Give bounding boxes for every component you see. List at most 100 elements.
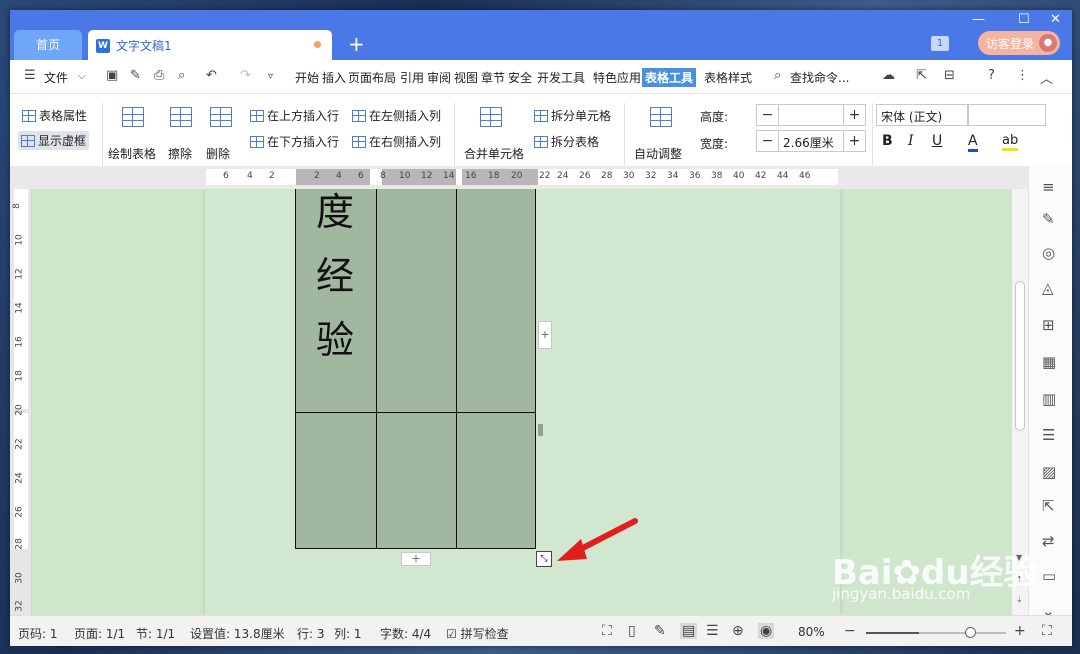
table-properties-button[interactable]: 表格属性	[22, 107, 87, 124]
sidebar-toggle-icon[interactable]: ≡	[1042, 178, 1055, 196]
font-color-icon[interactable]: A	[968, 133, 978, 152]
hamburger-icon[interactable]: ☰	[24, 68, 36, 83]
archive-icon[interactable]: ▭	[1042, 567, 1056, 585]
eye-protection-icon[interactable]: ◉	[758, 623, 775, 639]
status-setting-value[interactable]: 设置值: 13.8厘米	[190, 625, 285, 642]
menu-references[interactable]: 引用	[400, 69, 424, 86]
row-handle[interactable]	[538, 424, 543, 436]
zoom-out-icon[interactable]: −	[844, 623, 856, 639]
height-increase-icon[interactable]: +	[843, 105, 865, 125]
find-command[interactable]: 查找命令...	[790, 69, 849, 86]
width-spinner[interactable]: − 2.66厘米 +	[756, 130, 866, 152]
table-col-divider[interactable]	[376, 189, 377, 548]
write-mode-icon[interactable]: ✎	[654, 623, 666, 639]
underline-icon[interactable]: U	[932, 133, 942, 149]
close-icon[interactable]: ✕	[1050, 12, 1061, 27]
menu-review[interactable]: 审阅	[427, 69, 451, 86]
more-tools-icon[interactable]: ⊟	[944, 68, 955, 83]
search-icon[interactable]: ⌕	[774, 68, 781, 83]
vertical-ruler[interactable]: 8 10 12 14 16 18 20 22 24 26 28 30 32	[10, 189, 32, 615]
print-preview-icon[interactable]: ⌕	[178, 68, 185, 83]
translate-icon[interactable]: ⇄	[1042, 532, 1055, 550]
minimize-icon[interactable]: —	[972, 12, 985, 27]
cell-char[interactable]: 经	[316, 245, 354, 300]
menu-security[interactable]: 安全	[508, 69, 532, 86]
menu-insert[interactable]: 插入	[322, 69, 346, 86]
draw-table-button[interactable]: 绘制表格	[108, 145, 156, 162]
web-view-icon[interactable]: ⊕	[732, 623, 744, 639]
pen-icon[interactable]: ✎	[1042, 210, 1055, 228]
table[interactable]: 度 经 验	[295, 189, 536, 549]
table-row-divider[interactable]	[296, 412, 535, 413]
insert-col-left-button[interactable]: 在左侧插入列	[352, 107, 441, 124]
read-mode-icon[interactable]: ▯	[628, 623, 636, 639]
table-col-divider[interactable]	[456, 189, 457, 548]
status-col[interactable]: 列: 1	[334, 625, 362, 642]
save-icon[interactable]: ▣	[106, 68, 118, 83]
menu-file[interactable]: 文件	[44, 69, 68, 86]
menu-table-style[interactable]: 表格样式	[704, 69, 752, 86]
zoom-level[interactable]: 80%	[798, 625, 825, 639]
table-resize-icon[interactable]: ⤡	[536, 551, 552, 567]
font-size-select[interactable]	[968, 104, 1046, 126]
merge-cells-button[interactable]: 合并单元格	[464, 145, 524, 162]
maximize-icon[interactable]: ☐	[1018, 12, 1030, 27]
font-name-select[interactable]: 宋体 (正文)	[876, 104, 968, 126]
page-view-icon[interactable]: ▤	[680, 623, 698, 639]
tab-home[interactable]: 首页	[14, 30, 82, 60]
status-page-number[interactable]: 页码: 1	[18, 625, 58, 642]
bold-icon[interactable]: B	[882, 133, 893, 149]
width-value[interactable]: 2.66厘米	[783, 134, 834, 151]
status-pages[interactable]: 页面: 1/1	[74, 625, 125, 642]
zoom-in-icon[interactable]: +	[1014, 623, 1026, 639]
fit-window-icon[interactable]: ⛶	[1042, 623, 1052, 639]
insert-col-right-button[interactable]: 在右侧插入列	[352, 133, 441, 150]
show-gridlines-button[interactable]: 显示虚框	[18, 131, 90, 150]
width-decrease-icon[interactable]: −	[757, 131, 779, 151]
erase-button[interactable]: 擦除	[168, 145, 192, 162]
cell-char[interactable]: 验	[316, 309, 354, 364]
next-page-icon[interactable]: ⇣	[1016, 595, 1023, 604]
zoom-slider[interactable]	[866, 627, 1006, 638]
delete-button[interactable]: 删除	[206, 145, 230, 162]
shapes-icon[interactable]: ◎	[1042, 244, 1055, 262]
image-icon[interactable]: ▨	[1042, 463, 1056, 481]
apps-grid-icon[interactable]: ▦	[1042, 353, 1056, 371]
horizontal-ruler[interactable]: 6 4 2 2 4 6 8 10 12 14 16 18 20 22 24 26…	[10, 166, 1072, 189]
cloud-icon[interactable]: ☁	[882, 68, 895, 83]
outline-view-icon[interactable]: ☰	[706, 623, 719, 639]
height-spinner[interactable]: − +	[756, 104, 866, 126]
export-icon[interactable]: ⇱	[1042, 497, 1055, 515]
menu-start[interactable]: 开始	[295, 69, 319, 86]
format-painter-icon[interactable]: ✎	[130, 68, 141, 83]
chart-icon[interactable]: ▥	[1042, 390, 1056, 408]
help-icon[interactable]: ?	[988, 68, 995, 83]
highlight-icon[interactable]: ab	[1002, 133, 1019, 151]
undo-icon[interactable]: ↶	[206, 68, 217, 83]
menu-page-layout[interactable]: 页面布局	[348, 69, 396, 86]
scroll-thumb[interactable]	[1015, 281, 1025, 431]
chevron-down-icon[interactable]: ⌵	[78, 71, 86, 82]
redo-icon[interactable]: ↷	[240, 68, 251, 83]
document-page[interactable]: 度 经 验 + + ⤡	[205, 189, 840, 615]
add-row-icon[interactable]: +	[401, 552, 431, 566]
zoom-slider-knob[interactable]	[965, 627, 977, 638]
insert-row-above-button[interactable]: 在上方插入行	[250, 107, 339, 124]
italic-icon[interactable]: I	[908, 133, 914, 149]
menu-special[interactable]: 特色应用	[593, 69, 641, 86]
width-increase-icon[interactable]: +	[843, 131, 865, 151]
cell-char[interactable]: 度	[316, 189, 354, 236]
add-column-icon[interactable]: +	[538, 321, 552, 349]
share-icon[interactable]: ⇱	[916, 68, 927, 83]
spell-check-button[interactable]: ☑ 拼写检查	[446, 625, 509, 642]
quick-access-dropdown-icon[interactable]: ▿	[268, 71, 273, 82]
menu-chapter[interactable]: 章节	[481, 69, 505, 86]
print-icon[interactable]: ⎙	[154, 68, 164, 83]
paint-bucket-icon[interactable]: ◬	[1042, 279, 1054, 297]
split-cells-button[interactable]: 拆分单元格	[534, 107, 611, 124]
insert-row-below-button[interactable]: 在下方插入行	[250, 133, 339, 150]
status-word-count[interactable]: 字数: 4/4	[380, 625, 431, 642]
notification-badge[interactable]: 1	[931, 36, 949, 51]
menu-table-tools[interactable]: 表格工具	[642, 68, 697, 87]
settings-sliders-icon[interactable]: ☰	[1042, 426, 1055, 444]
